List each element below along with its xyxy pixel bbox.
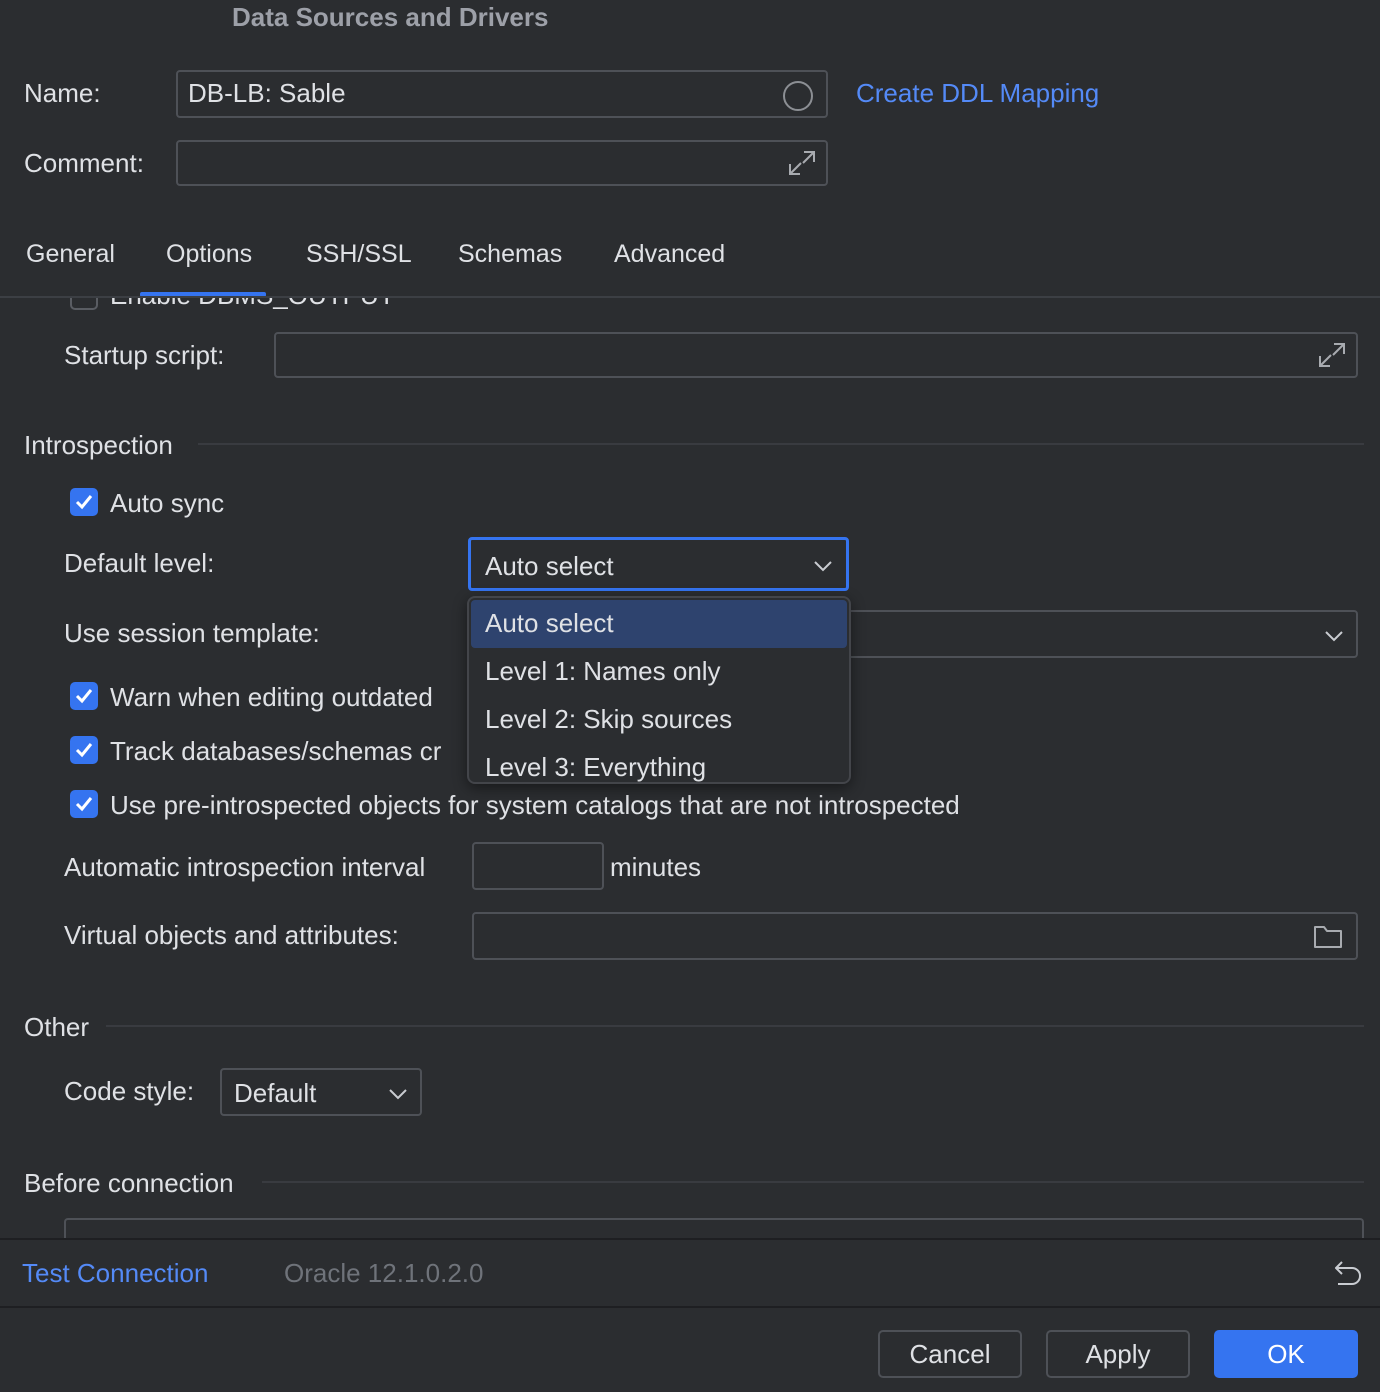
driver-version: Oracle 12.1.0.2.0 xyxy=(284,1258,484,1288)
comment-label: Comment: xyxy=(24,148,144,178)
before-connection-list[interactable] xyxy=(64,1218,1364,1238)
comment-input[interactable] xyxy=(176,140,828,186)
checkmark-icon xyxy=(75,743,93,758)
color-circle-icon[interactable] xyxy=(782,80,814,112)
tab-options[interactable]: Options xyxy=(166,240,252,269)
interval-label: Automatic introspection interval xyxy=(64,852,426,882)
enable-dbms-output-label: Enable DBMS_OUTPUT xyxy=(110,298,395,311)
tab-advanced[interactable]: Advanced xyxy=(614,240,725,269)
level-option-everything[interactable]: Level 3: Everything xyxy=(471,744,847,792)
code-style-combo[interactable]: Default xyxy=(220,1068,422,1116)
introspection-heading: Introspection xyxy=(24,430,173,460)
startup-script-input[interactable] xyxy=(274,332,1358,378)
cancel-button[interactable]: Cancel xyxy=(878,1330,1022,1378)
auto-sync-label: Auto sync xyxy=(110,488,225,518)
startup-script-label: Startup script: xyxy=(64,340,225,370)
checkmark-icon xyxy=(75,495,93,510)
before-connection-heading: Before connection xyxy=(24,1168,234,1198)
auto-sync-checkbox[interactable] xyxy=(70,488,98,516)
default-level-value: Auto select xyxy=(485,551,614,581)
name-input-value: DB-LB: Sable xyxy=(188,78,346,108)
create-ddl-mapping-link[interactable]: Create DDL Mapping xyxy=(856,78,1099,109)
tab-ssh-ssl[interactable]: SSH/SSL xyxy=(306,240,412,269)
expand-icon[interactable] xyxy=(1316,338,1348,372)
name-input[interactable]: DB-LB: Sable xyxy=(176,70,828,118)
interval-input[interactable] xyxy=(472,842,604,890)
chevron-down-icon xyxy=(814,561,832,572)
apply-button[interactable]: Apply xyxy=(1046,1330,1190,1378)
window-title: Data Sources and Drivers xyxy=(232,2,549,32)
folder-icon[interactable] xyxy=(1312,922,1344,950)
code-style-label: Code style: xyxy=(64,1076,195,1106)
before-connection-separator xyxy=(262,1181,1364,1183)
connection-footer: Test Connection Oracle 12.1.0.2.0 xyxy=(0,1238,1380,1308)
chevron-down-icon xyxy=(1325,631,1343,642)
virtual-objects-label: Virtual objects and attributes: xyxy=(64,920,399,950)
pre-introspected-label: Use pre-introspected objects for system … xyxy=(110,790,960,820)
session-template-label: Use session template: xyxy=(64,618,320,648)
test-connection-link[interactable]: Test Connection xyxy=(22,1258,208,1289)
enable-dbms-output-checkbox[interactable] xyxy=(70,298,98,310)
chevron-down-icon xyxy=(389,1089,407,1100)
expand-icon[interactable] xyxy=(786,146,818,180)
code-style-value: Default xyxy=(234,1078,317,1108)
warn-outdated-label: Warn when editing outdated xyxy=(110,682,433,712)
warn-outdated-checkbox[interactable] xyxy=(70,682,98,710)
checkmark-icon xyxy=(75,689,93,704)
other-heading: Other xyxy=(24,1012,90,1042)
level-option-skip-sources[interactable]: Level 2: Skip sources xyxy=(471,696,847,744)
tab-schemas[interactable]: Schemas xyxy=(458,240,562,269)
level-option-auto-select[interactable]: Auto select xyxy=(471,600,847,648)
default-level-popup[interactable]: Auto select Level 1: Names only Level 2:… xyxy=(467,596,851,784)
default-level-combo[interactable]: Auto select xyxy=(468,537,849,591)
level-option-names-only[interactable]: Level 1: Names only xyxy=(471,648,847,696)
name-label: Name: xyxy=(24,78,101,108)
checkmark-icon xyxy=(75,797,93,812)
introspection-separator xyxy=(198,443,1364,445)
pre-introspected-checkbox[interactable] xyxy=(70,790,98,818)
default-level-label: Default level: xyxy=(64,548,215,578)
ok-button[interactable]: OK xyxy=(1214,1330,1358,1378)
track-databases-checkbox[interactable] xyxy=(70,736,98,764)
track-databases-label: Track databases/schemas cr xyxy=(110,736,442,766)
virtual-objects-input[interactable] xyxy=(472,912,1358,960)
interval-unit: minutes xyxy=(610,852,702,882)
tab-general[interactable]: General xyxy=(26,240,115,269)
undo-icon[interactable] xyxy=(1332,1258,1364,1288)
other-separator xyxy=(106,1025,1364,1027)
